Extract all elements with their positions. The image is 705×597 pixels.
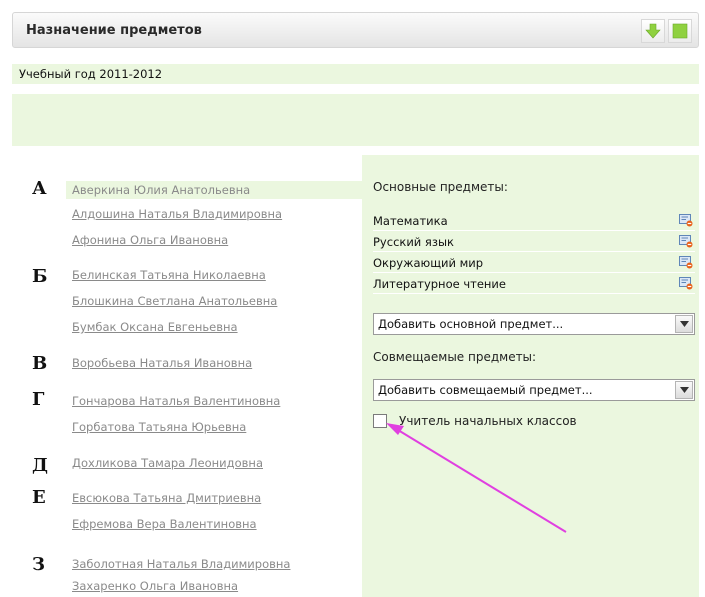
teacher-link[interactable]: Афонина Ольга Ивановна: [72, 233, 228, 247]
letter-heading: Д: [32, 455, 49, 476]
page-title: Назначение предметов: [26, 23, 202, 38]
teacher-link[interactable]: Блошкина Светлана Анатольевна: [72, 294, 277, 308]
subjects-panel: Основные предметы: Математика Русский яз…: [362, 155, 699, 597]
teacher-link[interactable]: Гончарова Наталья Валентиновна: [72, 394, 280, 408]
letter-heading: В: [32, 353, 48, 374]
subject-name: Литературное чтение: [373, 277, 506, 291]
letter-heading: Е: [32, 487, 46, 508]
remove-subject-icon[interactable]: [679, 276, 693, 290]
combined-subjects-heading: Совмещаемые предметы:: [373, 350, 537, 364]
teacher-link[interactable]: Алдошина Наталья Владимировна: [72, 207, 282, 221]
teacher-link-selected[interactable]: Аверкина Юлия Анатольевна: [66, 181, 362, 199]
teacher-link[interactable]: Дохликова Тамара Леонидовна: [72, 456, 263, 470]
teacher-link[interactable]: Захаренко Ольга Ивановна: [72, 579, 238, 593]
letter-heading: А: [32, 178, 47, 199]
chevron-down-icon: [680, 387, 689, 393]
green-down-arrow-icon: [645, 23, 661, 39]
letter-heading: Г: [32, 389, 45, 410]
remove-subject-icon[interactable]: [679, 234, 693, 248]
teacher-link[interactable]: Горбатова Татьяна Юрьевна: [72, 420, 246, 434]
info-band: [12, 94, 699, 146]
subject-name: Окружающий мир: [373, 256, 484, 270]
letter-heading: З: [32, 554, 45, 575]
teacher-link[interactable]: Воробьева Наталья Ивановна: [72, 356, 252, 370]
select-value: Добавить совмещаемый предмет...: [378, 383, 593, 397]
add-main-subject-select[interactable]: Добавить основной предмет...: [373, 313, 695, 335]
action-button[interactable]: [668, 19, 692, 43]
subject-name: Русский язык: [373, 235, 454, 249]
teacher-link[interactable]: Заболотная Наталья Владимировна: [72, 557, 290, 571]
letter-heading: Б: [32, 266, 48, 287]
download-button[interactable]: [641, 19, 665, 43]
dropdown-button[interactable]: [675, 315, 693, 333]
remove-subject-icon[interactable]: [679, 255, 693, 269]
add-combined-subject-select[interactable]: Добавить совмещаемый предмет...: [373, 379, 695, 401]
subject-row: Математика: [373, 211, 695, 231]
school-year-label: Учебный год 2011-2012: [19, 67, 163, 81]
subject-row: Литературное чтение: [373, 274, 695, 294]
subject-row: Русский язык: [373, 232, 695, 252]
teacher-link[interactable]: Ефремова Вера Валентиновна: [72, 517, 257, 531]
remove-subject-icon[interactable]: [679, 213, 693, 227]
teacher-link[interactable]: Белинская Татьяна Николаевна: [72, 268, 266, 282]
teacher-link[interactable]: Бумбак Оксана Евгеньевна: [72, 320, 238, 334]
subject-name: Математика: [373, 214, 448, 228]
page-header: Назначение предметов: [12, 12, 699, 48]
school-year-bar: Учебный год 2011-2012: [12, 64, 699, 84]
select-value: Добавить основной предмет...: [378, 317, 564, 331]
chevron-down-icon: [680, 321, 689, 327]
teacher-link[interactable]: Евсюкова Татьяна Дмитриевна: [72, 491, 261, 505]
dropdown-button[interactable]: [675, 381, 693, 399]
subject-row: Окружающий мир: [373, 253, 695, 273]
main-subjects-heading: Основные предметы:: [373, 180, 508, 194]
primary-teacher-checkbox[interactable]: [373, 414, 387, 428]
primary-teacher-checkbox-label: Учитель начальных классов: [399, 414, 577, 428]
green-square-icon: [672, 23, 688, 39]
